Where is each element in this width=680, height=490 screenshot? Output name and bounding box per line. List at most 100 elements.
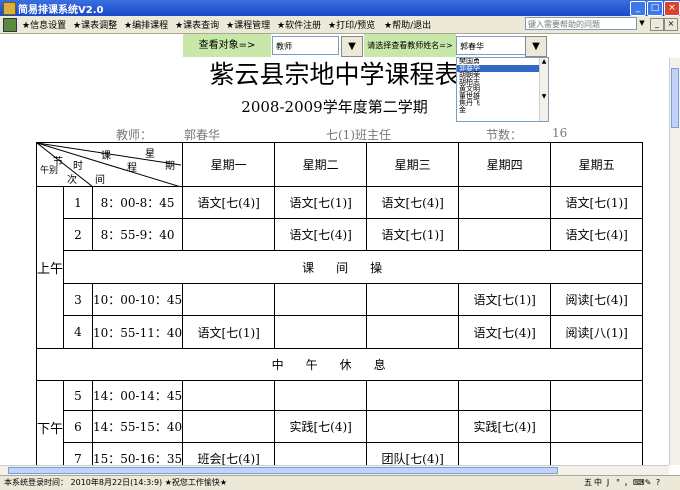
period-time: 14：00-14：45	[91, 380, 184, 411]
day-header-friday: 星期五	[550, 142, 644, 187]
course-cell[interactable]	[366, 283, 460, 316]
ime-icon[interactable]: 中	[593, 477, 603, 488]
vertical-scroll-thumb[interactable]	[671, 68, 679, 128]
ime-icon[interactable]: °	[613, 478, 623, 487]
menu-print-preview[interactable]: ★打印/预览	[328, 18, 375, 31]
course-cell[interactable]	[274, 315, 368, 349]
doc-minimize-button[interactable]: _	[650, 18, 664, 31]
menu-help-exit[interactable]: ★帮助/退出	[384, 18, 431, 31]
course-cell[interactable]	[366, 380, 460, 411]
table-row: 2 8：55-9：40 语文[七(4)] 语文[七(1)] 语文[七(4)]	[37, 218, 644, 251]
teacher-option[interactable]: 金	[457, 107, 548, 114]
menu-info-settings[interactable]: ★信息设置	[22, 18, 66, 31]
close-button[interactable]: ×	[664, 1, 680, 16]
ime-icon[interactable]: ，	[623, 477, 633, 488]
course-cell[interactable]: 语文[七(1)]	[458, 283, 552, 316]
periods-count: 16	[552, 126, 568, 140]
minimize-button[interactable]: _	[630, 1, 646, 16]
course-cell[interactable]: 阅读[七(4)]	[550, 283, 644, 316]
menu-schedule-adjust[interactable]: ★课表调整	[73, 18, 117, 31]
day-header-monday: 星期一	[182, 142, 276, 187]
pen-icon[interactable]: ✎	[643, 478, 653, 487]
chevron-down-icon: ▼	[348, 41, 356, 52]
document-area: 紫云县宗地中学课程表 2008-2009学年度第二学期 教师： 郭春华 七(1)…	[0, 58, 669, 465]
course-cell[interactable]: 语文[七(4)]	[550, 218, 644, 251]
chevron-down-icon[interactable]: ▼	[637, 17, 647, 30]
course-cell[interactable]: 团队[七(4)]	[366, 442, 460, 465]
course-cell[interactable]: 实践[七(4)]	[274, 410, 368, 443]
title-bar: 简易排课系统V2.0 _ □ ×	[0, 0, 680, 16]
course-cell[interactable]	[458, 380, 552, 411]
help-icon[interactable]: ?	[653, 478, 663, 487]
table-row: 下午 5 14：00-14：45	[36, 380, 644, 465]
course-cell[interactable]	[274, 380, 368, 411]
menu-course-management[interactable]: ★课程管理	[226, 18, 270, 31]
teacher-dropdown-button[interactable]: ▼	[525, 36, 547, 57]
course-cell[interactable]: 班会[七(4)]	[182, 442, 276, 465]
course-cell[interactable]: 语文[七(1)]	[366, 218, 460, 251]
section-morning: 上午	[36, 186, 64, 349]
period-number: 7	[63, 442, 93, 465]
doc-close-button[interactable]: ×	[664, 18, 678, 31]
course-cell[interactable]	[182, 380, 276, 411]
teacher-label: 教师：	[116, 128, 153, 142]
horizontal-scroll-thumb[interactable]	[8, 467, 558, 474]
header-label: 时	[73, 161, 83, 172]
query-target-dropdown-button[interactable]: ▼	[341, 36, 363, 57]
course-cell[interactable]	[458, 218, 552, 251]
horizontal-scrollbar[interactable]	[0, 465, 669, 475]
course-cell[interactable]: 语文[七(1)]	[550, 186, 644, 219]
course-cell[interactable]: 语文[七(4)]	[366, 186, 460, 219]
course-cell[interactable]: 语文[七(1)]	[274, 186, 368, 219]
course-cell[interactable]	[458, 442, 552, 465]
course-cell[interactable]: 实践[七(4)]	[458, 410, 552, 443]
course-cell[interactable]	[550, 442, 644, 465]
maximize-button[interactable]: □	[647, 1, 663, 16]
course-cell[interactable]	[274, 283, 368, 316]
ime-icon[interactable]: 五	[583, 477, 593, 488]
header-label: 星	[145, 149, 155, 160]
class-role: 七(1)班主任	[326, 128, 391, 142]
course-cell[interactable]	[550, 410, 644, 443]
course-cell[interactable]: 阅读[八(1)]	[550, 315, 644, 349]
course-cell[interactable]: 语文[七(4)]	[274, 218, 368, 251]
teacher-name-select[interactable]: 郭春华	[456, 36, 526, 55]
table-row: 4 10：55-11：40 语文[七(1)] 语文[七(4)] 阅读[八(1)]	[37, 315, 644, 349]
header-label: 课	[101, 151, 111, 162]
ime-icon[interactable]: J	[603, 478, 613, 487]
course-cell[interactable]	[366, 410, 460, 443]
period-time: 8：55-9：40	[91, 218, 184, 251]
window-title: 简易排课系统V2.0	[18, 5, 104, 16]
table-row: 上午 1 8：00-8：45 语文[七(4)] 语文[七(1)] 语文[七(4)…	[36, 186, 644, 349]
menu-schedule-query[interactable]: ★课表查询	[175, 18, 219, 31]
keyboard-icon[interactable]: ⌨	[633, 478, 645, 487]
dropdown-scrollbar[interactable]: ▲ ▼	[539, 58, 548, 121]
menu-arrange-courses[interactable]: ★编排课程	[124, 18, 168, 31]
course-cell[interactable]	[274, 442, 368, 465]
course-cell[interactable]	[182, 410, 276, 443]
period-time: 10：00-10：45	[91, 283, 184, 316]
teacher-dropdown-list[interactable]: 樊国勇 郭春华 胡朝荣 胡柏志 黄文明 董世雄 焦丹飞 金 ▲ ▼	[456, 57, 549, 122]
course-cell[interactable]	[458, 186, 552, 219]
menu-software-register[interactable]: ★软件注册	[277, 18, 321, 31]
course-cell[interactable]	[550, 380, 644, 411]
login-status-text: 本系统登录时间： 2010年8月22日(14:3:9) ★祝您工作愉快★	[4, 478, 228, 487]
course-cell[interactable]	[366, 315, 460, 349]
header-label: 间	[95, 175, 105, 186]
header-diagonal-cell: 节 时 课 星 午别 次 间 程 期	[35, 142, 184, 187]
schedule-title: 紫云县宗地中学课程表	[209, 60, 460, 89]
section-afternoon: 下午	[36, 380, 64, 465]
period-time: 14：55-15：40	[91, 410, 184, 443]
teacher-option[interactable]: 焦丹飞	[457, 100, 548, 107]
period-number: 1	[63, 186, 93, 219]
course-cell[interactable]: 语文[七(4)]	[458, 315, 552, 349]
course-cell[interactable]	[182, 283, 276, 316]
teacher-name-label: 请选择查看教师姓名=>	[364, 34, 456, 57]
vertical-scrollbar[interactable]	[669, 58, 680, 465]
course-cell[interactable]	[182, 218, 276, 251]
course-cell[interactable]: 语文[七(1)]	[182, 315, 276, 349]
query-target-select[interactable]: 教师	[272, 36, 339, 55]
course-cell[interactable]: 语文[七(4)]	[182, 186, 276, 219]
help-search-input[interactable]: 键入需要帮助的问题	[525, 17, 637, 30]
table-row: 3 10：00-10：45 语文[七(1)] 阅读[七(4)]	[37, 283, 644, 316]
